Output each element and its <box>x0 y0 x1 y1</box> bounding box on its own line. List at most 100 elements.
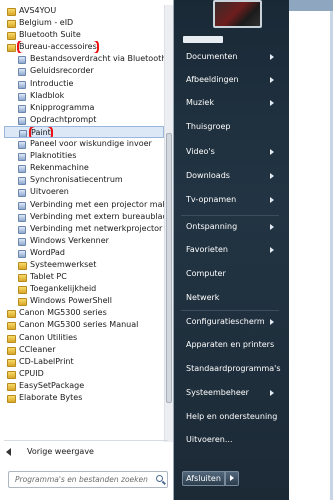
programs-scrollbar[interactable] <box>164 5 173 442</box>
places-item[interactable]: Netwerk <box>186 291 284 305</box>
program-label: Systeemwerkset <box>30 259 97 269</box>
shutdown-button[interactable]: Afsluiten <box>182 471 225 486</box>
places-label: Thuisgroep <box>186 122 231 131</box>
chevron-right-icon <box>270 390 274 396</box>
program-label: Opdrachtprompt <box>30 114 97 124</box>
program-item[interactable]: Verbinding met netwerkprojector m <box>4 223 164 235</box>
search-box[interactable]: Programma's en bestanden zoeken <box>8 471 168 488</box>
program-folder[interactable]: Canon Utilities <box>4 332 164 344</box>
shutdown-options-button[interactable] <box>225 471 239 486</box>
program-icon <box>19 129 27 138</box>
program-label: Windows PowerShell <box>30 296 112 306</box>
program-item[interactable]: Bestandsoverdracht via Bluetooth <box>4 53 164 65</box>
back-button[interactable]: Vorige weergave <box>6 446 94 458</box>
places-label: Help en ondersteuning <box>186 412 278 421</box>
places-separator <box>181 215 279 216</box>
chevron-right-icon <box>270 197 274 203</box>
program-item[interactable]: Paneel voor wiskundige invoer <box>4 138 164 150</box>
program-item[interactable]: Verbinding met extern bureaublad <box>4 211 164 223</box>
program-folder[interactable]: Canon MG5300 series <box>4 307 164 319</box>
back-label: Vorige weergave <box>27 447 94 456</box>
folder-icon <box>7 395 16 403</box>
places-item[interactable]: Muziek <box>186 96 284 110</box>
program-item[interactable]: Paint <box>4 125 164 139</box>
places-item[interactable]: Favorieten <box>186 243 284 257</box>
places-item[interactable]: Tv-opnamen <box>186 193 284 207</box>
folder-icon <box>7 334 16 343</box>
program-label: Tablet PC <box>30 272 67 282</box>
program-folder[interactable]: Tablet PC <box>4 271 164 283</box>
program-icon <box>18 201 26 210</box>
program-folder[interactable]: Elaborate Bytes <box>4 392 164 404</box>
program-label: Toegankelijkheid <box>30 284 97 294</box>
program-folder[interactable]: Bureau-accessoires <box>4 41 164 54</box>
scrollbar-thumb[interactable] <box>166 133 172 403</box>
program-folder[interactable]: Bluetooth Suite <box>4 29 164 41</box>
user-picture[interactable] <box>213 0 262 28</box>
program-icon <box>18 56 26 65</box>
places-separator <box>181 310 279 311</box>
program-label: Bluetooth Suite <box>19 30 81 40</box>
program-label: Rekenmachine <box>30 163 89 173</box>
places-item[interactable]: Standaardprogramma's <box>186 362 284 376</box>
places-item[interactable]: Afbeeldingen <box>186 73 284 87</box>
panel-divider <box>4 440 168 441</box>
user-name-redacted[interactable] <box>183 36 223 43</box>
program-item[interactable]: Introductie <box>4 78 164 90</box>
program-label: Elaborate Bytes <box>19 393 83 402</box>
program-label: WordPad <box>30 247 66 257</box>
chevron-right-icon <box>270 224 274 230</box>
places-item[interactable]: Computer <box>186 267 284 281</box>
chevron-right-icon <box>270 77 274 83</box>
places-item[interactable]: Uitvoeren... <box>186 433 284 447</box>
program-item[interactable]: Kladblok <box>4 90 164 102</box>
program-label: Paint <box>29 126 53 138</box>
program-item[interactable]: Synchronisatiecentrum <box>4 174 164 186</box>
program-folder[interactable]: Belgium - eID <box>4 17 164 29</box>
program-label: Kladblok <box>30 90 65 100</box>
program-folder[interactable]: Windows PowerShell <box>4 295 164 307</box>
program-icon <box>18 165 26 174</box>
program-folder[interactable]: AVS4YOU <box>4 5 164 17</box>
folder-icon <box>18 298 27 307</box>
program-item[interactable]: Windows Verkenner <box>4 235 164 247</box>
program-icon <box>18 116 26 125</box>
program-item[interactable]: Rekenmachine <box>4 162 164 174</box>
program-item[interactable]: Opdrachtprompt <box>4 114 164 126</box>
places-item[interactable]: Systeembeheer <box>186 386 284 400</box>
program-folder[interactable]: EasySetPackage <box>4 380 164 392</box>
program-item[interactable]: Verbinding met een projector maker <box>4 199 164 211</box>
program-icon <box>18 189 26 198</box>
places-item[interactable]: Documenten <box>186 50 284 64</box>
program-item[interactable]: Knipprogramma <box>4 102 164 114</box>
program-folder[interactable]: CCleaner <box>4 344 164 356</box>
search-placeholder: Programma's en bestanden zoeken <box>15 475 148 484</box>
program-folder[interactable]: Toegankelijkheid <box>4 283 164 295</box>
program-icon <box>18 213 26 222</box>
program-item[interactable]: Geluidsrecorder <box>4 65 164 77</box>
places-item[interactable]: Apparaten en printers <box>186 338 284 352</box>
places-item[interactable]: Ontspanning <box>186 220 284 234</box>
places-item[interactable]: Thuisgroep <box>186 120 284 134</box>
program-folder[interactable]: CD-LabelPrint <box>4 356 164 368</box>
places-item[interactable]: Configuratiescherm <box>186 315 284 329</box>
places-item[interactable]: Help en ondersteuning <box>186 410 284 424</box>
program-folder[interactable]: Canon MG5300 series Manual <box>4 319 164 331</box>
program-label: AVS4YOU <box>19 6 57 15</box>
places-item[interactable]: Video's <box>186 145 284 159</box>
places-label: Configuratiescherm <box>186 317 265 326</box>
program-icon <box>18 80 26 89</box>
program-folder[interactable]: Systeemwerkset <box>4 259 164 271</box>
program-folder[interactable]: CPUID <box>4 368 164 380</box>
program-item[interactable]: Uitvoeren <box>4 186 164 198</box>
desktop-window-bar <box>289 0 333 11</box>
folder-icon <box>18 274 27 283</box>
program-item[interactable]: WordPad <box>4 247 164 259</box>
folder-icon <box>7 20 16 29</box>
folder-icon <box>18 261 27 270</box>
chevron-right-icon <box>270 247 274 253</box>
program-label: Uitvoeren <box>30 187 69 197</box>
program-item[interactable]: Plaknotities <box>4 150 164 162</box>
places-item[interactable]: Downloads <box>186 169 284 183</box>
program-icon <box>18 153 26 162</box>
